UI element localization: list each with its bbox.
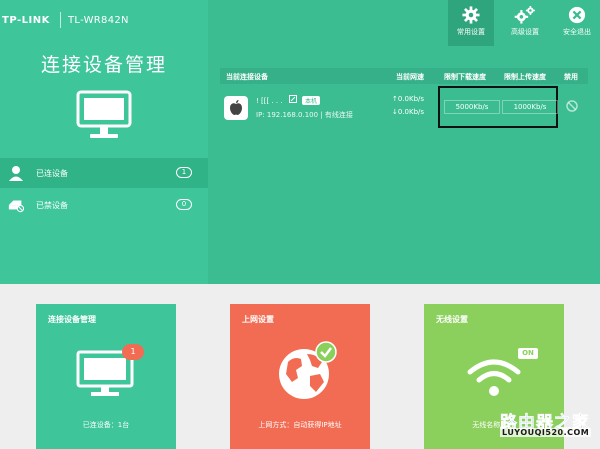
column-header: 当前连接设备 (226, 73, 268, 81)
block-device-icon[interactable] (566, 100, 578, 112)
globe-icon (279, 341, 337, 399)
column-header: 当前网速 (396, 73, 424, 81)
edit-icon[interactable] (288, 95, 299, 105)
column-header: 限制下载速度 (444, 73, 486, 81)
gear-icon (462, 6, 480, 24)
wifi-icon (467, 359, 521, 396)
card-footer: 已连设备：1台 (82, 421, 130, 429)
wifi-on-badge: ON (518, 348, 538, 359)
close-circle-icon (568, 6, 586, 24)
upload-rate: ↑0.0Kb/s (392, 95, 425, 103)
logo-row: TP-LINK TL-WR842N (0, 12, 208, 32)
count-badge: 0 (176, 199, 192, 210)
column-header: 禁用 (564, 73, 578, 81)
logout-button[interactable]: 安全退出 (554, 0, 600, 46)
user-icon (9, 166, 23, 181)
sidebar-item-connected[interactable]: 已连设备 1 (0, 158, 208, 188)
sidebar-item-blocked[interactable]: 已禁设备 0 (0, 190, 208, 220)
card-internet-settings[interactable]: 上网设置 上网方式：自动获得IP地址 (230, 304, 370, 449)
card-title: 连接设备管理 (48, 315, 96, 324)
device-name-text: ! [[[ . . . (256, 97, 283, 105)
common-settings-button[interactable]: 常用设置 (448, 0, 494, 46)
download-limit-field[interactable]: 5000Kb/s (444, 100, 500, 114)
toolbar-label: 安全退出 (563, 28, 591, 36)
download-rate: ↓0.0Kb/s (392, 108, 425, 116)
sidebar-title: 连接设备管理 (40, 54, 167, 76)
sidebar-item-label: 已禁设备 (36, 201, 68, 210)
card-footer: 上网方式：自动获得IP地址 (258, 421, 342, 429)
advanced-settings-button[interactable]: 高级设置 (502, 0, 548, 46)
count-badge: 1 (176, 167, 192, 178)
table-row: ! [[[ . . . 本机 IP: 192.168.0.100 | 有线连接 … (220, 86, 588, 132)
apple-icon (230, 100, 242, 115)
device-name: ! [[[ . . . 本机 (256, 95, 321, 105)
logo-divider (60, 12, 61, 28)
card-title: 无线设置 (436, 315, 468, 324)
watermark-url: LUYOUQI520.COM (500, 428, 592, 437)
this-device-tag: 本机 (302, 96, 321, 105)
brand-logo: TP-LINK (2, 15, 50, 26)
device-icon-box (224, 96, 248, 120)
sidebar-pointer (98, 276, 114, 284)
monitor-icon (76, 90, 132, 138)
model-name: TL-WR842N (68, 15, 129, 26)
toolbar-label: 高级设置 (511, 28, 539, 36)
column-header: 限制上传速度 (504, 73, 546, 81)
sidebar: TP-LINK TL-WR842N 连接设备管理 已连设备 1 已禁设备 0 (0, 0, 208, 284)
gears-icon (514, 6, 535, 24)
sidebar-item-label: 已连设备 (36, 169, 68, 178)
notification-badge: 1 (122, 344, 144, 360)
blocked-router-icon (8, 200, 24, 213)
device-ip: IP: 192.168.0.100 | 有线连接 (256, 111, 353, 119)
card-device-management[interactable]: 连接设备管理 1 已连设备：1台 (36, 304, 176, 449)
device-table-header: 当前连接设备 当前网速 限制下载速度 限制上传速度 禁用 (220, 68, 588, 84)
toolbar-label: 常用设置 (457, 28, 485, 36)
upload-limit-field[interactable]: 1000Kb/s (502, 100, 558, 114)
card-title: 上网设置 (242, 315, 274, 324)
